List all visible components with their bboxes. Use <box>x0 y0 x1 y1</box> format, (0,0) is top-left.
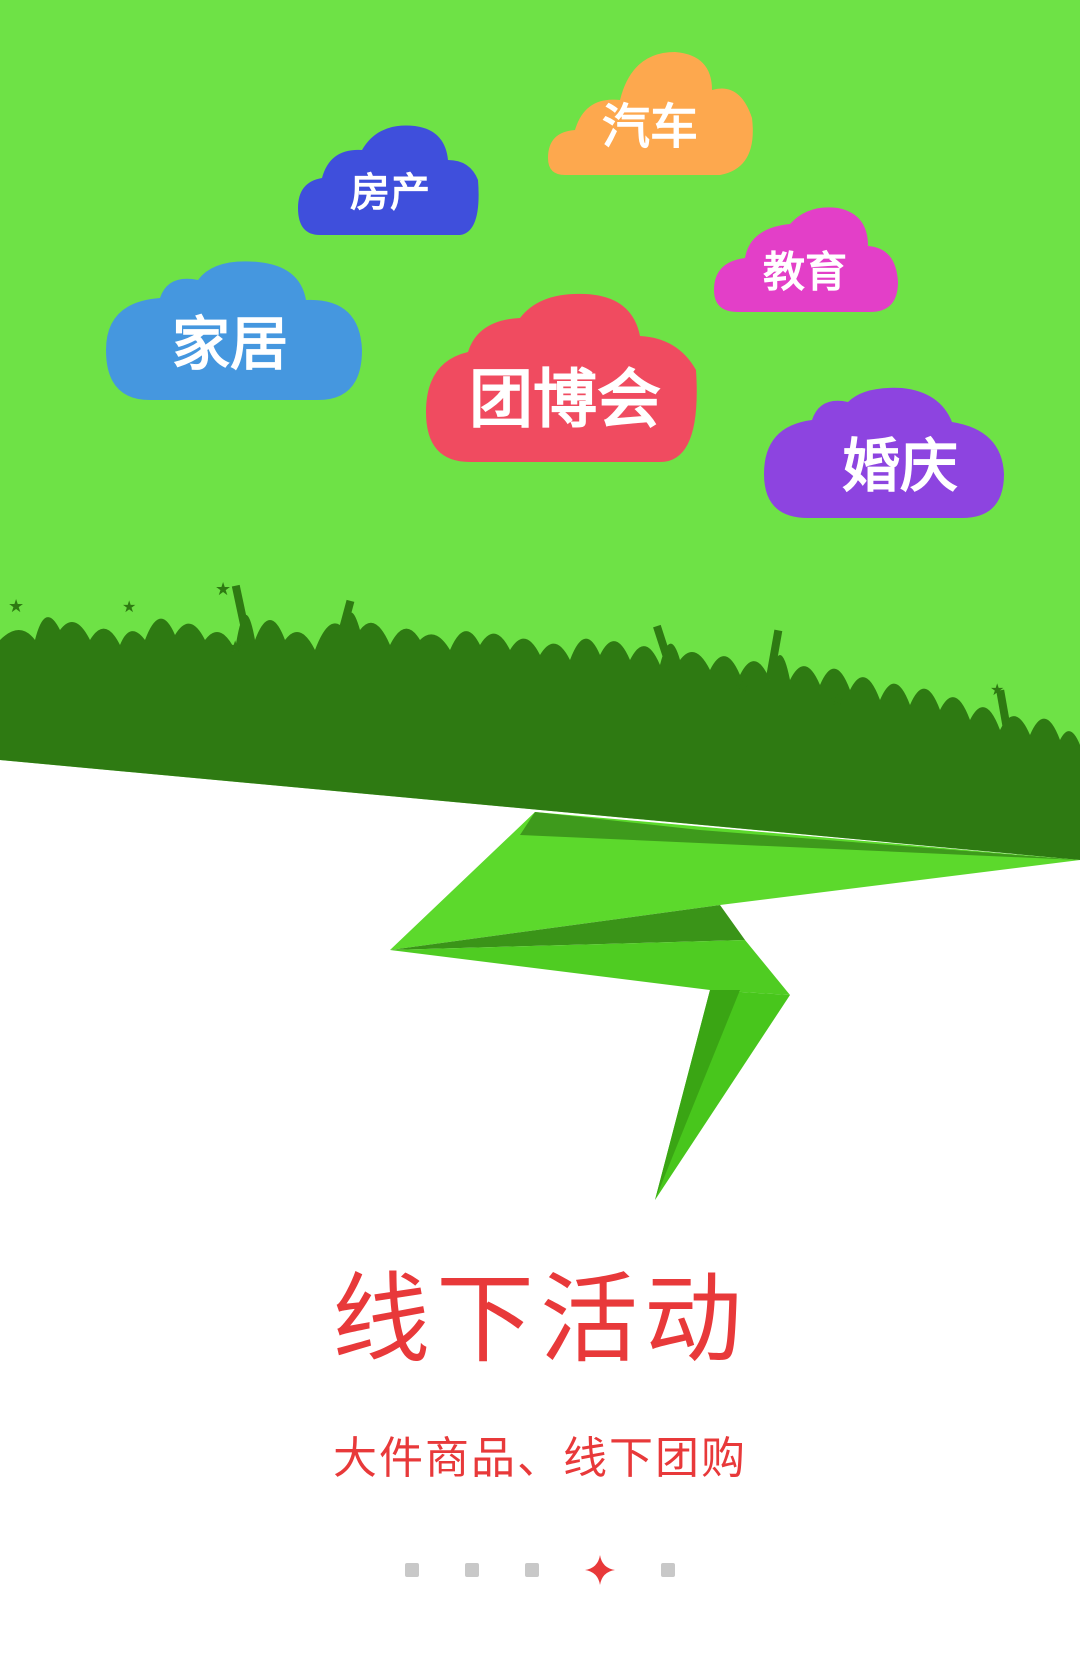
hero-illustration: ★ ★ ★ ★ ★ ★ ★ 汽车 房产 教育 家居 团博会 婚庆 <box>0 0 1080 1200</box>
svg-text:★: ★ <box>122 597 136 616</box>
svg-text:★: ★ <box>228 637 242 656</box>
cloud-label-expo: 团博会 <box>469 364 661 438</box>
page-dot-4-active[interactable] <box>585 1555 615 1585</box>
star-icon <box>585 1555 615 1585</box>
cloud-label-car: 汽车 <box>602 99 698 155</box>
page-dot-1[interactable] <box>405 1563 419 1577</box>
svg-text:★: ★ <box>8 596 24 617</box>
page-dot-2[interactable] <box>465 1563 479 1577</box>
onboarding-screen: ★ ★ ★ ★ ★ ★ ★ 汽车 房产 教育 家居 团博会 婚庆 线下活动 大件… <box>0 0 1080 1655</box>
cloud-label-education: 教育 <box>763 248 847 297</box>
page-dot-3[interactable] <box>525 1563 539 1577</box>
svg-text:★: ★ <box>990 680 1004 699</box>
svg-text:★: ★ <box>735 677 749 696</box>
page-subtitle: 大件商品、线下团购 <box>333 1433 747 1484</box>
cloud-label-realestate: 房产 <box>350 170 430 216</box>
svg-text:★: ★ <box>215 579 231 600</box>
page-title: 线下活动 <box>331 1263 748 1377</box>
cloud-label-home: 家居 <box>172 310 288 378</box>
cloud-label-wedding: 婚庆 <box>842 432 958 500</box>
folded-ribbon <box>390 812 1080 1200</box>
page-dot-5[interactable] <box>661 1563 675 1577</box>
page-indicator <box>0 1550 1080 1590</box>
svg-text:★: ★ <box>830 690 844 709</box>
